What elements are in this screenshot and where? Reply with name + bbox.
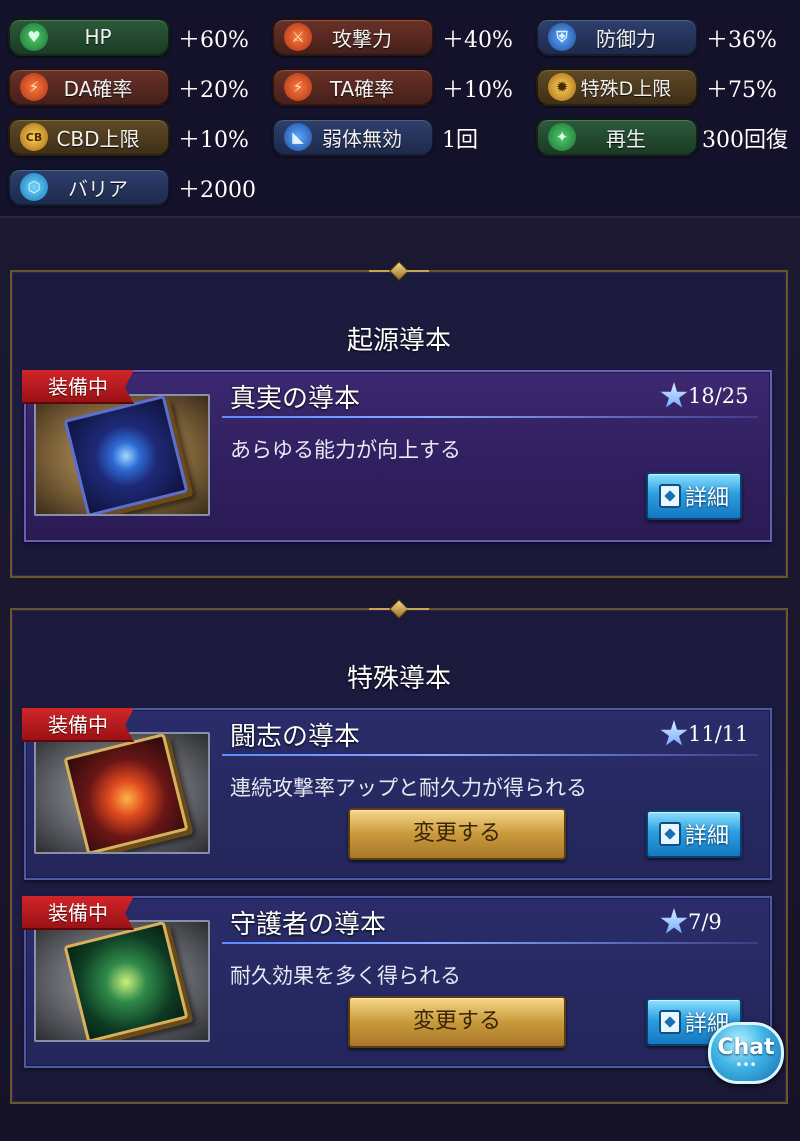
detail-icon <box>658 484 681 508</box>
grimoire-card[interactable]: 装備中 守護者の導本 7/9 耐久効果を多く得られる 変更する 詳細 <box>22 896 772 1068</box>
book-icon <box>63 922 189 1040</box>
grimoire-card[interactable]: 装備中 闘志の導本 11/11 連続攻撃率アップと耐久力が得られる 変更する 詳… <box>22 708 772 880</box>
section-title: 特殊導本 <box>346 664 451 694</box>
special-damage-icon: ✹ <box>548 73 576 101</box>
change-button[interactable]: 変更する <box>348 996 566 1048</box>
stat-special-damage-cap: ✹ 特殊D上限 ＋75% <box>536 68 796 108</box>
grimoire-name: 闘志の導本 <box>230 722 361 752</box>
book-icon <box>63 396 189 514</box>
stat-label: 再生 <box>606 126 646 151</box>
stat-pill: ♥ HP <box>8 18 170 56</box>
heart-icon: ♥ <box>20 23 48 51</box>
stat-value: ＋10% <box>178 128 249 153</box>
detail-label: 詳細 <box>684 486 729 511</box>
stat-da-rate: ⚡ DA確率 ＋20% <box>8 68 268 108</box>
stat-pill: ◣ 弱体無効 <box>272 118 434 156</box>
stat-label: DA確率 <box>63 76 133 101</box>
stat-hp: ♥ HP ＋60% <box>8 18 268 58</box>
grimoire-thumbnail <box>34 394 210 516</box>
sword-icon: ⚔ <box>284 23 312 51</box>
detail-button[interactable]: 詳細 <box>646 472 742 520</box>
stat-regen: ✦ 再生 300回復 <box>536 118 796 158</box>
divider <box>222 754 758 756</box>
stat-pill: ⚔ 攻撃力 <box>272 18 434 56</box>
star-icon <box>660 720 688 746</box>
stat-cbd-cap: CB CBD上限 ＋10% <box>8 118 268 158</box>
shield-icon: ⛨ <box>548 23 576 51</box>
stat-pill: ⚡ TA確率 <box>272 68 434 106</box>
stat-pill: ✦ 再生 <box>536 118 698 156</box>
stat-value: 1回 <box>442 128 478 153</box>
stat-label: 防御力 <box>596 26 656 51</box>
stat-pill: CB CBD上限 <box>8 118 170 156</box>
grimoire-thumbnail <box>34 920 210 1042</box>
ornament-icon <box>369 599 429 619</box>
stat-label: CBD上限 <box>56 126 140 151</box>
chat-label: Chat <box>717 1035 775 1060</box>
stat-attack: ⚔ 攻撃力 ＋40% <box>272 18 532 58</box>
stat-label: HP <box>84 25 112 49</box>
stat-value: 300回復 <box>702 128 788 153</box>
chat-dots-icon: ••• <box>735 1058 757 1072</box>
star-icon <box>660 382 688 408</box>
stat-value: ＋2000 <box>178 178 256 203</box>
stat-label: TA確率 <box>329 76 395 101</box>
stat-label: バリア <box>68 176 128 201</box>
chat-button[interactable]: Chat ••• <box>708 1022 784 1084</box>
equipped-badge: 装備中 <box>22 896 134 930</box>
stat-value: ＋40% <box>442 28 513 53</box>
equipped-badge: 装備中 <box>22 708 134 742</box>
debuff-immunity-icon: ◣ <box>284 123 312 151</box>
grimoire-description: 連続攻撃率アップと耐久力が得られる <box>230 776 587 800</box>
grimoire-rank: 7/9 <box>688 910 722 934</box>
stat-label: 特殊D上限 <box>580 77 672 100</box>
grimoire-name: 真実の導本 <box>230 384 361 414</box>
detail-icon <box>658 1010 681 1034</box>
double-attack-icon: ⚡ <box>20 73 48 101</box>
stat-pill: ⬡ バリア <box>8 168 170 206</box>
stat-pill: ✹ 特殊D上限 <box>536 68 698 106</box>
regen-icon: ✦ <box>548 123 576 151</box>
stat-label: 攻撃力 <box>332 26 392 51</box>
book-icon <box>63 734 189 852</box>
chain-burst-icon: CB <box>20 123 48 151</box>
stat-value: ＋10% <box>442 78 513 103</box>
stat-defense: ⛨ 防御力 ＋36% <box>536 18 796 58</box>
grimoire-card[interactable]: 装備中 真実の導本 18/25 あらゆる能力が向上する 詳細 <box>22 370 772 542</box>
grimoire-thumbnail <box>34 732 210 854</box>
stat-label: 弱体無効 <box>322 126 402 151</box>
origin-section: 起源導本 装備中 真実の導本 18/25 あらゆる能力が向上する 詳細 <box>10 261 788 578</box>
detail-icon <box>658 822 681 846</box>
equipped-badge: 装備中 <box>22 370 134 404</box>
ornament-icon <box>369 261 429 281</box>
divider <box>222 416 758 418</box>
stat-value: ＋20% <box>178 78 249 103</box>
section-title: 起源導本 <box>346 326 451 356</box>
change-button[interactable]: 変更する <box>348 808 566 860</box>
detail-label: 詳細 <box>684 824 729 849</box>
grimoire-description: 耐久効果を多く得られる <box>230 964 461 988</box>
stat-pill: ⚡ DA確率 <box>8 68 170 106</box>
grimoire-description: あらゆる能力が向上する <box>230 438 461 462</box>
stat-value: ＋75% <box>706 78 777 103</box>
grimoire-rank: 18/25 <box>688 384 749 408</box>
stat-value: ＋36% <box>706 28 777 53</box>
stat-ta-rate: ⚡ TA確率 ＋10% <box>272 68 532 108</box>
stat-barrier: ⬡ バリア ＋2000 <box>8 168 268 208</box>
grimoire-rank: 11/11 <box>688 722 749 746</box>
special-section: 特殊導本 装備中 闘志の導本 11/11 連続攻撃率アップと耐久力が得られる 変… <box>10 599 788 1104</box>
triple-attack-icon: ⚡ <box>284 73 312 101</box>
stat-debuff-immunity: ◣ 弱体無効 1回 <box>272 118 532 158</box>
detail-button[interactable]: 詳細 <box>646 810 742 858</box>
star-icon <box>660 908 688 934</box>
barrier-icon: ⬡ <box>20 173 48 201</box>
grimoire-name: 守護者の導本 <box>230 910 387 940</box>
stats-panel: ♥ HP ＋60% ⚔ 攻撃力 ＋40% ⛨ 防御力 ＋36% ⚡ DA確率 ＋… <box>0 0 800 218</box>
divider <box>222 942 758 944</box>
stat-pill: ⛨ 防御力 <box>536 18 698 56</box>
stat-value: ＋60% <box>178 28 249 53</box>
